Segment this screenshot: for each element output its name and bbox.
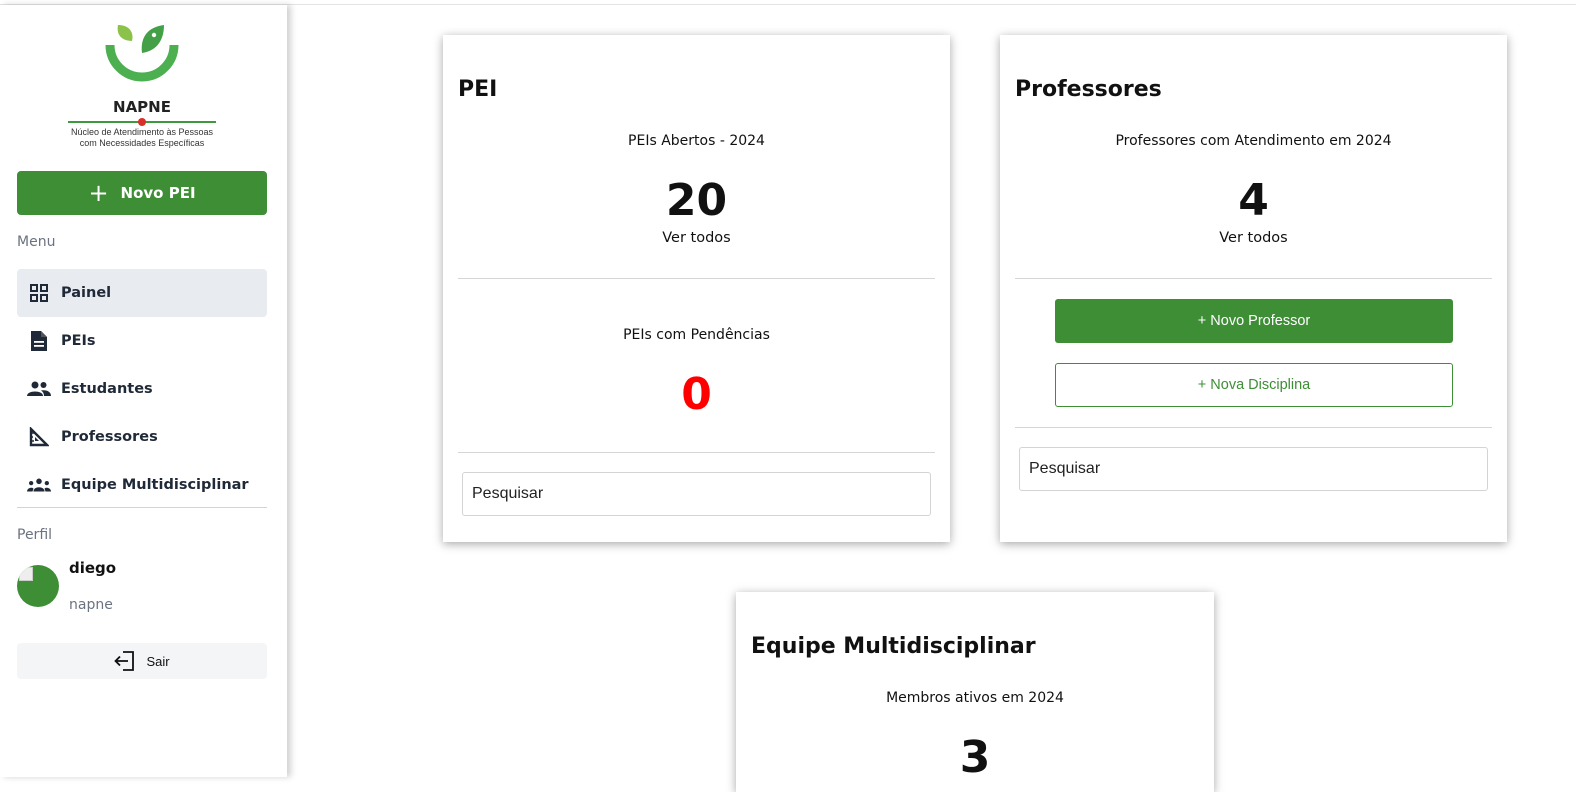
brand-name: NAPNE: [113, 98, 171, 116]
sidebar-item-professores[interactable]: Professores: [17, 413, 267, 461]
equipe-stat-count: 3: [959, 732, 991, 783]
pei-open-count: 20: [665, 175, 728, 226]
equipe-card: Equipe Multidisciplinar Membros ativos e…: [736, 592, 1214, 792]
napne-logo[interactable]: NAPNE Núcleo de Atendimento às Pessoas c…: [60, 23, 224, 155]
groups-icon: [27, 473, 51, 497]
equipe-stat-label: Membros ativos em 2024: [886, 690, 1064, 706]
document-icon: [27, 329, 51, 353]
new-subject-button[interactable]: + Nova Disciplina: [1055, 363, 1453, 407]
user-role: napne: [69, 597, 113, 613]
professores-card: Professores Professores com Atendimento …: [1000, 35, 1507, 542]
professores-search-input[interactable]: Pesquisar: [1019, 447, 1488, 491]
pei-see-all-link[interactable]: Ver todos: [443, 230, 950, 246]
pei-pending-count: 0: [681, 369, 712, 420]
pei-card-title: PEI: [458, 77, 498, 102]
user-name: diego: [69, 559, 117, 577]
brand-dot: [138, 118, 146, 126]
people-icon: [27, 377, 51, 401]
pei-open-label: PEIs Abertos - 2024: [628, 133, 765, 149]
pei-divider-2: [458, 452, 935, 453]
pei-pending-label: PEIs com Pendências: [623, 327, 770, 343]
professores-stat-label: Professores com Atendimento em 2024: [1115, 133, 1392, 149]
brand-subtitle: Núcleo de Atendimento às Pessoas com Nec…: [60, 127, 224, 149]
sidebar-item-equipe[interactable]: Equipe Multidisciplinar: [17, 461, 267, 509]
broken-image-icon: [19, 567, 33, 581]
new-teacher-button[interactable]: + Novo Professor: [1055, 299, 1453, 343]
logout-icon: [114, 651, 135, 671]
sidebar-divider: [17, 507, 267, 508]
pei-card: PEI PEIs Abertos - 2024 20 Ver todos PEI…: [443, 35, 950, 542]
sidebar-item-label: PEIs: [61, 333, 96, 349]
profile-heading: Perfil: [17, 527, 53, 543]
sidebar-item-peis[interactable]: PEIs: [17, 317, 267, 365]
sidebar-item-label: Professores: [61, 429, 158, 445]
new-pei-label: Novo PEI: [120, 184, 196, 202]
sidebar: NAPNE Núcleo de Atendimento às Pessoas c…: [0, 5, 287, 777]
logout-label: Sair: [146, 653, 170, 669]
pei-search-input[interactable]: Pesquisar: [462, 472, 931, 516]
professores-card-title: Professores: [1015, 77, 1162, 102]
ruler-square-icon: [27, 425, 51, 449]
sidebar-item-estudantes[interactable]: Estudantes: [17, 365, 267, 413]
professores-divider-1: [1015, 278, 1492, 279]
sidebar-item-label: Equipe Multidisciplinar: [61, 477, 249, 493]
logout-button[interactable]: Sair: [17, 643, 267, 679]
dashboard-icon: [27, 281, 51, 305]
professores-stat-count: 4: [1238, 175, 1269, 226]
leaf-logo-icon: [105, 25, 179, 82]
menu-heading: Menu: [17, 234, 56, 250]
professores-see-all-link[interactable]: Ver todos: [1000, 230, 1507, 246]
professores-divider-2: [1015, 427, 1492, 428]
plus-icon: +: [88, 179, 109, 207]
pei-divider-1: [458, 278, 935, 279]
sidebar-item-label: Painel: [61, 285, 112, 301]
new-pei-button[interactable]: + Novo PEI: [17, 171, 267, 215]
brand-subtitle-line2: com Necessidades Específicas: [79, 138, 205, 148]
brand-subtitle-line1: Núcleo de Atendimento às Pessoas: [70, 127, 214, 137]
equipe-card-title: Equipe Multidisciplinar: [751, 634, 1036, 659]
avatar[interactable]: [17, 565, 59, 607]
sidebar-item-label: Estudantes: [61, 381, 153, 397]
sidebar-item-painel[interactable]: Painel: [17, 269, 267, 317]
